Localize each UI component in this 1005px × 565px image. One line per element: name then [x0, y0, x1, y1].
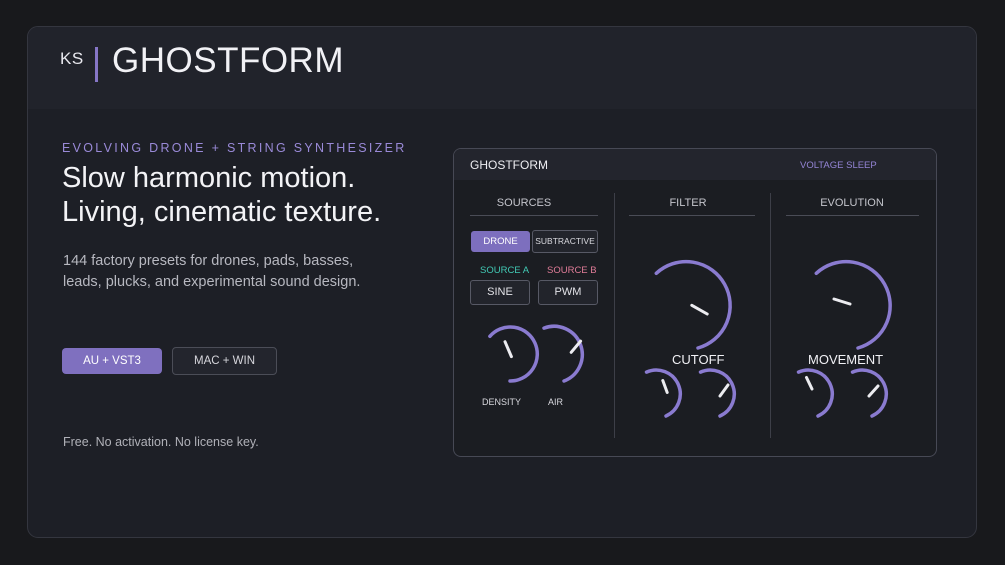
- cutoff-knob-label: CUTOFF: [672, 352, 725, 367]
- filter-small-knob-1[interactable]: [644, 368, 683, 418]
- plugin-preview: GHOSTFORM VOLTAGE SLEEP SOURCES FILTER E…: [453, 148, 937, 457]
- logo-divider: [95, 47, 98, 82]
- air-knob-label: AIR: [548, 397, 564, 407]
- knob-layer: [488, 259, 892, 418]
- product-card: KS GHOSTFORM EVOLVING DRONE + STRING SYN…: [27, 26, 977, 538]
- formats-button[interactable]: AU + VST3: [62, 348, 162, 374]
- cutoff-knob[interactable]: [654, 259, 732, 350]
- brand-logo: KS: [60, 49, 84, 68]
- air-knob[interactable]: [542, 324, 585, 383]
- license-note: Free. No activation. No license key.: [63, 435, 259, 449]
- headline-line-2: Living, cinematic texture.: [62, 196, 382, 228]
- density-knob-label: DENSITY: [482, 397, 522, 407]
- density-knob[interactable]: [488, 325, 540, 383]
- filter-small-knob-2[interactable]: [698, 368, 737, 418]
- headline-line-1: Slow harmonic motion.: [62, 162, 356, 194]
- evolution-small-knob-2[interactable]: [850, 368, 889, 418]
- description: 144 factory presets for drones, pads, ba…: [63, 253, 361, 290]
- movement-knob[interactable]: [814, 259, 892, 350]
- tagline: EVOLVING DRONE + STRING SYNTHESIZER: [62, 141, 407, 155]
- evolution-small-knob-1[interactable]: [796, 368, 835, 418]
- headline: Slow harmonic motion. Living, cinematic …: [62, 161, 381, 229]
- product-title: GHOSTFORM: [112, 41, 344, 80]
- movement-knob-label: MOVEMENT: [808, 352, 884, 367]
- platforms-button[interactable]: MAC + WIN: [172, 347, 277, 375]
- header-bar: KS GHOSTFORM: [28, 27, 976, 109]
